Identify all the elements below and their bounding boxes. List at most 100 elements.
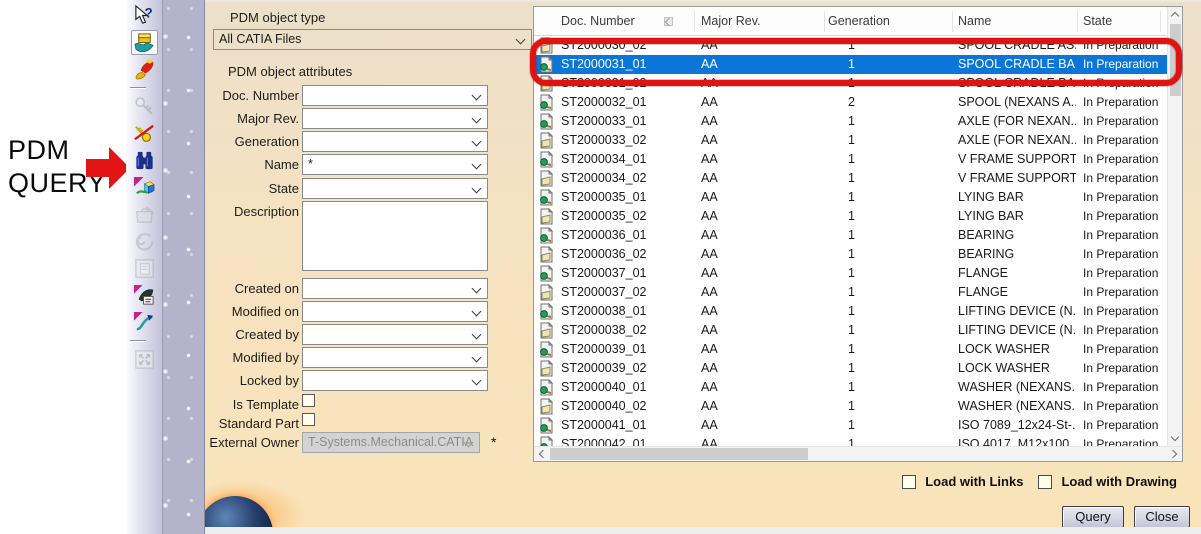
table-row[interactable]: ST2000039_02AA1LOCK WASHERIn Preparation: [534, 359, 1167, 378]
table-row-selected[interactable]: ST2000031_01AA1SPOOL CRADLE BA...In Prep…: [534, 55, 1167, 74]
generation-combo[interactable]: [302, 131, 488, 152]
table-row[interactable]: ST2000032_01AA2SPOOL (NEXANS A...In Prep…: [534, 93, 1167, 112]
table-row[interactable]: ST2000036_02AA1BEARINGIn Preparation: [534, 245, 1167, 264]
table-row[interactable]: ST2000030_02AA1SPOOL CRADLE AS...In Prep…: [534, 36, 1167, 55]
scroll-left-button[interactable]: [534, 447, 549, 462]
generation-cell: 1: [848, 226, 855, 245]
cancel-checkout-key-icon[interactable]: [131, 121, 158, 146]
name-cell: LOCK WASHER: [958, 359, 1076, 378]
table-row[interactable]: ST2000033_01AA1AXLE (FOR NEXAN...In Prep…: [534, 112, 1167, 131]
scroll-down-button[interactable]: [1168, 431, 1183, 446]
close-button[interactable]: Close: [1134, 506, 1190, 527]
vertical-scroll-thumb[interactable]: [1170, 24, 1181, 96]
table-row[interactable]: ST2000033_02AA1AXLE (FOR NEXAN...In Prep…: [534, 131, 1167, 150]
chevron-down-icon: [472, 284, 482, 294]
load-with-drawing-checkbox[interactable]: [1038, 475, 1052, 489]
drawing-doc-icon: [538, 322, 555, 339]
table-row[interactable]: ST2000037_02AA1FLANGEIn Preparation: [534, 283, 1167, 302]
table-row[interactable]: ST2000040_01AA1WASHER (NEXANS...In Prepa…: [534, 378, 1167, 397]
save-in-pdm-icon[interactable]: [131, 57, 158, 82]
table-row[interactable]: ST2000038_02AA1LIFTING DEVICE (N...In Pr…: [534, 321, 1167, 340]
table-row[interactable]: ST2000037_01AA1FLANGEIn Preparation: [534, 264, 1167, 283]
external-owner-combo: T-Systems.Mechanical.CATIA: [302, 432, 480, 453]
description-textarea[interactable]: [302, 201, 488, 271]
name-cell: LYING BAR: [958, 188, 1076, 207]
name-cell: LOCK WASHER: [958, 340, 1076, 359]
transfer-swoosh-icon[interactable]: [131, 310, 158, 335]
name-value: *: [308, 157, 313, 171]
svg-text:?: ?: [144, 5, 152, 20]
doc-number-cell: ST2000033_02: [561, 131, 647, 150]
document-wizard-icon[interactable]: [131, 283, 158, 308]
table-row[interactable]: ST2000040_02AA1WASHER (NEXANS...In Prepa…: [534, 397, 1167, 416]
toolbar-separator: [130, 87, 146, 89]
standard-part-checkbox[interactable]: [302, 413, 315, 426]
scroll-right-button[interactable]: [1167, 447, 1182, 462]
part-doc-icon: [538, 303, 555, 320]
major-rev-cell: AA: [701, 226, 718, 245]
state-cell: In Preparation: [1083, 359, 1158, 378]
generation-cell: 1: [848, 359, 855, 378]
created-on-combo[interactable]: [302, 278, 488, 299]
is-template-checkbox[interactable]: [302, 394, 315, 407]
part-doc-icon: [538, 265, 555, 282]
table-row[interactable]: ST2000035_02AA1LYING BARIn Preparation: [534, 207, 1167, 226]
generation-cell: 1: [848, 302, 855, 321]
part-doc-icon: [538, 436, 555, 446]
table-row[interactable]: ST2000039_01AA1LOCK WASHERIn Preparation: [534, 340, 1167, 359]
column-header-generation[interactable]: Generation: [828, 14, 890, 28]
load-with-drawing-label: Load with Drawing: [1061, 474, 1177, 489]
locked-by-combo[interactable]: [302, 370, 488, 391]
scroll-up-button[interactable]: [1168, 7, 1183, 22]
viewport-background: [163, 0, 205, 534]
table-row[interactable]: ST2000036_01AA1BEARINGIn Preparation: [534, 226, 1167, 245]
modified-on-combo[interactable]: [302, 301, 488, 322]
major-rev--combo[interactable]: [302, 108, 488, 129]
doc-number-combo[interactable]: [302, 85, 488, 106]
header-separator: [694, 11, 695, 32]
name-cell: SPOOL CRADLE BA...: [958, 55, 1076, 74]
chevron-down-icon: [472, 330, 482, 340]
state-cell: In Preparation: [1083, 150, 1158, 169]
field-label-description: Description: [205, 204, 299, 219]
insert-from-pdm-icon[interactable]: [131, 175, 158, 200]
column-header-name[interactable]: Name: [958, 14, 991, 28]
field-label-name: Name: [205, 157, 299, 172]
horizontal-scrollbar[interactable]: [534, 446, 1182, 461]
modified-by-combo[interactable]: [302, 347, 488, 368]
state-cell: In Preparation: [1083, 302, 1158, 321]
horizontal-scroll-thumb[interactable]: [550, 448, 808, 460]
pdm-toolbar: ?: [126, 0, 163, 534]
state-cell: In Preparation: [1083, 188, 1158, 207]
table-row[interactable]: ST2000042_01AA1ISO 4017_M12x100In Prepar…: [534, 435, 1167, 446]
expand-arrows-icon: [131, 347, 158, 372]
open-from-pdm-icon[interactable]: [131, 30, 158, 55]
doc-number-cell: ST2000039_01: [561, 340, 647, 359]
table-row[interactable]: ST2000034_02AA1V FRAME SUPPORTIn Prepara…: [534, 169, 1167, 188]
chevron-down-icon: [472, 307, 482, 317]
table-row[interactable]: ST2000035_01AA1LYING BARIn Preparation: [534, 188, 1167, 207]
generation-cell: 1: [848, 55, 855, 74]
doc-number-cell: ST2000038_01: [561, 302, 647, 321]
table-row[interactable]: ST2000034_01AA1V FRAME SUPPORTIn Prepara…: [534, 150, 1167, 169]
vertical-scrollbar[interactable]: [1167, 7, 1182, 446]
table-row[interactable]: ST2000038_01AA1LIFTING DEVICE (N...In Pr…: [534, 302, 1167, 321]
part-doc-icon: [538, 379, 555, 396]
name-combo[interactable]: *: [302, 154, 488, 175]
table-row[interactable]: ST2000031_02AA1SPOOL CRADLE BA...In Prep…: [534, 74, 1167, 93]
select-help-icon[interactable]: ?: [131, 3, 158, 28]
major-rev-cell: AA: [701, 435, 718, 446]
created-by-combo[interactable]: [302, 324, 488, 345]
scroll-left-icon: [539, 450, 547, 458]
column-header-doc-number[interactable]: Doc. Number: [561, 14, 635, 28]
state-combo[interactable]: [302, 178, 488, 199]
pdm-query-binoculars-icon[interactable]: [131, 148, 158, 173]
load-with-links-checkbox[interactable]: [902, 475, 916, 489]
column-header-state[interactable]: State: [1083, 14, 1112, 28]
chevron-down-icon: [472, 91, 482, 101]
pdm-object-type-select[interactable]: All CATIA Files: [213, 29, 532, 50]
major-rev-cell: AA: [701, 55, 718, 74]
column-header-major-rev-[interactable]: Major Rev.: [701, 14, 761, 28]
query-button[interactable]: Query: [1062, 506, 1124, 527]
table-row[interactable]: ST2000041_01AA1ISO 7089_12x24-St-...In P…: [534, 416, 1167, 435]
